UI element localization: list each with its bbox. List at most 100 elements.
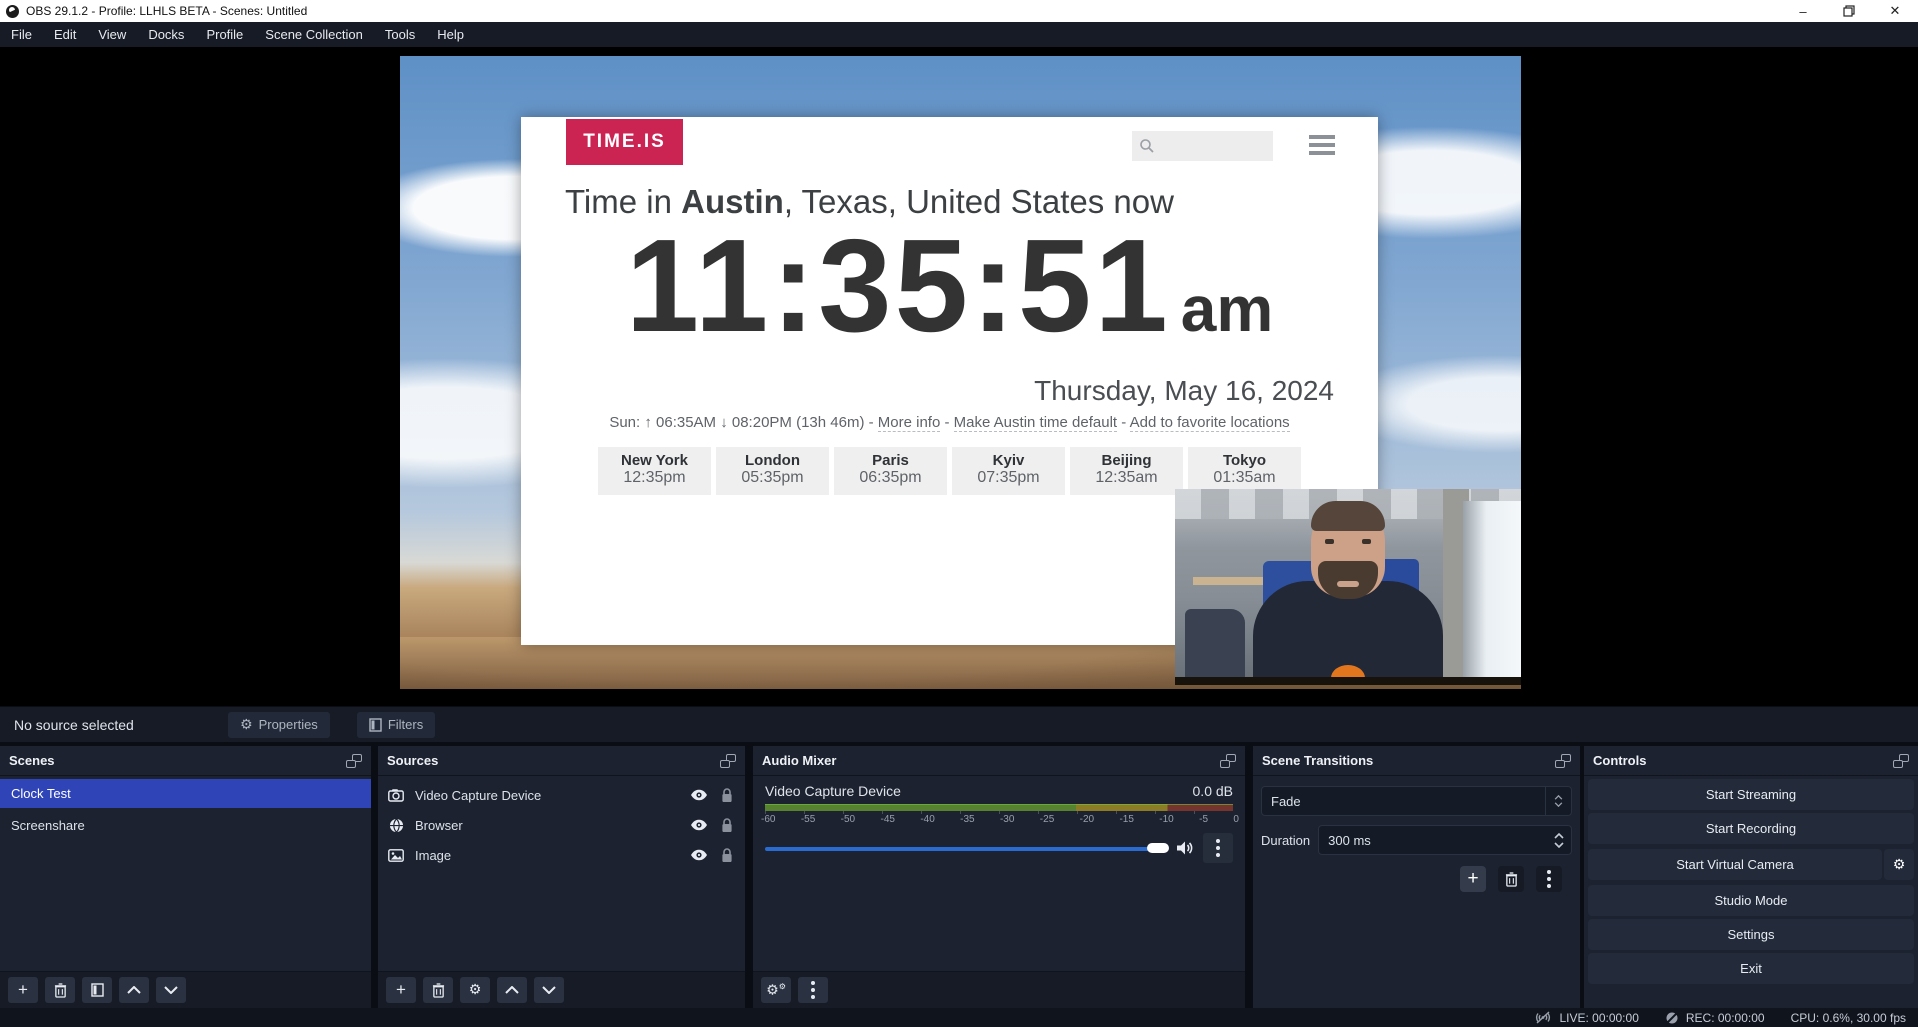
gear-icon: ⚙ [469,983,482,997]
clock-time: 11:35:51 [626,212,1171,359]
city-card-paris[interactable]: Paris06:35pm [834,447,947,495]
minimize-button[interactable]: – [1780,0,1826,22]
window-title: OBS 29.1.2 - Profile: LLHLS BETA - Scene… [26,4,307,18]
filters-icon [369,718,382,732]
settings-button[interactable]: Settings [1588,919,1914,950]
make-default-link[interactable]: Make Austin time default [954,414,1117,432]
city-card-newyork[interactable]: New York12:35pm [598,447,711,495]
scene-up-button[interactable] [119,977,149,1003]
menu-item-docks[interactable]: Docks [137,22,195,47]
visibility-eye-button[interactable] [690,817,708,833]
start-recording-button[interactable]: Start Recording [1588,813,1914,844]
transition-select[interactable]: Fade [1261,786,1572,816]
source-up-button[interactable] [497,977,527,1003]
exit-button[interactable]: Exit [1588,953,1914,984]
visibility-eye-button[interactable] [690,787,708,803]
scene-down-button[interactable] [156,977,186,1003]
sun-info-line: Sun: ↑ 06:35AM ↓ 08:20PM (13h 46m) - Mor… [521,414,1378,431]
remove-source-button[interactable] [423,977,453,1003]
source-properties-button[interactable]: ⚙ [460,977,490,1003]
close-button[interactable]: ✕ [1872,0,1918,22]
restore-button[interactable] [1826,0,1872,22]
popout-dock-icon[interactable] [1555,754,1571,768]
kebab-icon [1547,877,1551,881]
popout-dock-icon[interactable] [1220,754,1236,768]
menu-item-tools[interactable]: Tools [374,22,426,47]
visibility-eye-button[interactable] [690,847,708,863]
title-bar: OBS 29.1.2 - Profile: LLHLS BETA - Scene… [0,0,1918,22]
speaker-mute-button[interactable] [1176,840,1194,856]
scene-filters-button[interactable] [82,977,112,1003]
program-video[interactable]: TIME.IS Time in Austin, Texas, United St… [400,56,1521,689]
hamburger-menu-icon[interactable] [1309,135,1335,155]
mixer-options-button[interactable] [1203,833,1233,863]
volume-slider[interactable] [765,842,1167,854]
chevron-up-icon [127,986,141,994]
source-status-text: No source selected [14,717,134,733]
chevron-down-icon [542,986,556,994]
source-down-button[interactable] [534,977,564,1003]
volume-slider-handle[interactable] [1147,843,1169,853]
controls-panel: Controls Start Streaming Start Recording… [1584,746,1918,1008]
webcam-overlay[interactable] [1175,489,1521,685]
menu-bar: File Edit View Docks Profile Scene Colle… [0,22,1918,47]
mixer-menu-button[interactable] [798,977,828,1003]
preview-canvas: TIME.IS Time in Austin, Texas, United St… [0,47,1918,706]
source-row-video-capture[interactable]: Video Capture Device [378,780,745,810]
globe-icon [387,817,405,833]
menu-item-view[interactable]: View [87,22,137,47]
duration-spinbox[interactable]: 300 ms [1318,825,1572,855]
city-card-tokyo[interactable]: Tokyo01:35am [1188,447,1301,495]
start-virtual-camera-button[interactable]: Start Virtual Camera [1588,849,1882,880]
lock-button[interactable] [718,847,736,863]
transition-options-button[interactable] [1536,866,1562,892]
cpu-fps-text: CPU: 0.6%, 30.00 fps [1791,1011,1906,1025]
sources-panel: Sources Video Capture Device [378,746,745,1008]
city-card-beijing[interactable]: Beijing12:35am [1070,447,1183,495]
studio-mode-button[interactable]: Studio Mode [1588,885,1914,916]
audio-mixer-panel: Audio Mixer Video Capture Device 0.0 dB … [753,746,1245,1008]
menu-item-edit[interactable]: Edit [43,22,87,47]
rec-time-text: REC: 00:00:00 [1686,1011,1765,1025]
more-info-link[interactable]: More info [878,414,941,432]
spin-down-icon[interactable] [1554,842,1564,848]
select-spinner-icon [1545,787,1571,815]
popout-dock-icon[interactable] [1893,754,1909,768]
source-row-image[interactable]: Image [378,840,745,870]
popout-dock-icon[interactable] [346,754,362,768]
source-row-browser[interactable]: Browser [378,810,745,840]
scene-item-screenshare[interactable]: Screenshare [0,811,371,840]
scene-transitions-panel: Scene Transitions Fade Duration 300 ms [1253,746,1580,1008]
filters-button[interactable]: Filters [357,712,435,738]
world-cities-row: New York12:35pm London05:35pm Paris06:35… [521,447,1378,495]
city-card-london[interactable]: London05:35pm [716,447,829,495]
scene-item-clock-test[interactable]: Clock Test [0,779,371,808]
audio-mixer-title: Audio Mixer [762,753,836,768]
properties-button[interactable]: ⚙ Properties [228,712,330,738]
record-inactive-icon [1665,1011,1679,1025]
menu-item-profile[interactable]: Profile [195,22,254,47]
add-transition-button[interactable]: + [1460,866,1486,892]
add-source-button[interactable]: + [386,977,416,1003]
menu-item-scene-collection[interactable]: Scene Collection [254,22,374,47]
gear-sliders-icon: ⚙⚙ [766,983,786,998]
favorite-link[interactable]: Add to favorite locations [1130,414,1290,432]
lock-button[interactable] [718,787,736,803]
menu-item-help[interactable]: Help [426,22,475,47]
popout-dock-icon[interactable] [720,754,736,768]
spin-up-icon[interactable] [1554,833,1564,839]
duration-label: Duration [1261,833,1310,848]
timeis-logo[interactable]: TIME.IS [566,119,683,165]
virtual-camera-settings-button[interactable]: ⚙ [1884,849,1914,880]
start-streaming-button[interactable]: Start Streaming [1588,779,1914,810]
controls-title: Controls [1593,753,1646,768]
remove-transition-button[interactable] [1498,866,1524,892]
remove-scene-button[interactable] [45,977,75,1003]
add-scene-button[interactable]: + [8,977,38,1003]
menu-item-file[interactable]: File [0,22,43,47]
city-card-kyiv[interactable]: Kyiv07:35pm [952,447,1065,495]
camera-icon [387,787,405,803]
advanced-audio-button[interactable]: ⚙⚙ [761,977,791,1003]
timeis-search-input[interactable] [1132,131,1273,161]
lock-button[interactable] [718,817,736,833]
